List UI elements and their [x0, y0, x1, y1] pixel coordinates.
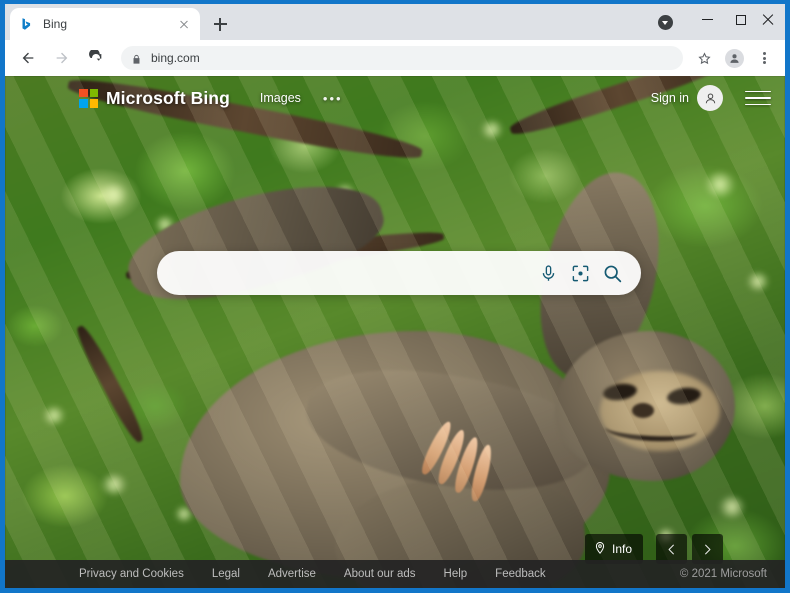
bing-header: Microsoft Bing Images ••• Sign in	[5, 76, 785, 120]
microsoft-bing-logo[interactable]: Microsoft Bing	[79, 88, 230, 109]
minimize-icon	[702, 19, 713, 20]
image-info-label: Info	[612, 542, 632, 556]
bookmark-star-button[interactable]	[691, 45, 717, 71]
person-icon	[728, 52, 741, 65]
tab-close-icon[interactable]	[176, 16, 192, 32]
close-icon	[762, 14, 774, 26]
footer-link-feedback[interactable]: Feedback	[495, 568, 546, 580]
tab-title: Bing	[43, 17, 176, 31]
chevron-left-icon	[665, 543, 678, 556]
window-close-button[interactable]	[751, 4, 785, 35]
microphone-icon[interactable]	[533, 258, 563, 288]
search-submit-icon[interactable]	[597, 258, 627, 288]
tab-bing[interactable]: Bing	[10, 8, 200, 40]
copyright-text: © 2021 Microsoft	[680, 568, 767, 580]
nav-more-button[interactable]: •••	[323, 91, 343, 106]
bing-footer: Privacy and Cookies Legal Advertise Abou…	[5, 560, 785, 588]
tab-strip: Bing	[5, 4, 785, 40]
reload-button[interactable]	[82, 44, 110, 72]
avatar	[725, 49, 744, 68]
sign-in-link[interactable]: Sign in	[651, 91, 689, 105]
sloth-arm-left	[118, 162, 393, 320]
nav-link-images[interactable]: Images	[260, 91, 301, 105]
bing-homepage: Microsoft Bing Images ••• Sign in	[5, 76, 785, 588]
footer-link-about-ads[interactable]: About our ads	[344, 568, 416, 580]
footer-link-help[interactable]: Help	[444, 568, 468, 580]
footer-link-legal[interactable]: Legal	[212, 568, 240, 580]
browser-window: Bing	[0, 0, 790, 593]
back-button[interactable]	[14, 44, 42, 72]
bing-favicon	[18, 16, 34, 32]
sloth-illustration	[5, 76, 785, 588]
location-pin-icon	[593, 541, 607, 558]
sloth-nose	[632, 403, 654, 418]
bing-logo-text: Microsoft Bing	[106, 88, 230, 109]
forward-button[interactable]	[48, 44, 76, 72]
browser-menu-button[interactable]	[751, 45, 777, 71]
profile-button[interactable]	[721, 45, 747, 71]
maximize-icon	[736, 15, 746, 25]
lock-icon	[131, 52, 143, 64]
person-icon	[703, 91, 718, 106]
visual-search-icon[interactable]	[565, 258, 595, 288]
star-icon	[697, 51, 712, 66]
address-bar[interactable]: bing.com	[121, 46, 683, 70]
update-arrow-icon	[658, 15, 673, 30]
footer-link-privacy[interactable]: Privacy and Cookies	[79, 568, 184, 580]
bing-search-box[interactable]	[157, 251, 641, 295]
browser-window-inner: Bing	[5, 4, 785, 588]
address-bar-url: bing.com	[151, 51, 200, 65]
search-input[interactable]	[179, 250, 531, 296]
hamburger-menu-icon[interactable]	[745, 88, 771, 108]
new-tab-button[interactable]	[208, 12, 232, 36]
kebab-menu-icon	[763, 51, 766, 66]
footer-link-advertise[interactable]: Advertise	[268, 568, 316, 580]
reload-icon	[88, 50, 104, 66]
browser-update-icon[interactable]	[645, 4, 685, 40]
microsoft-logo-icon	[79, 89, 98, 108]
chevron-right-icon	[701, 543, 714, 556]
forward-arrow-icon	[54, 50, 70, 66]
back-arrow-icon	[20, 50, 36, 66]
account-avatar-button[interactable]	[697, 85, 723, 111]
browser-toolbar: bing.com	[5, 40, 785, 76]
